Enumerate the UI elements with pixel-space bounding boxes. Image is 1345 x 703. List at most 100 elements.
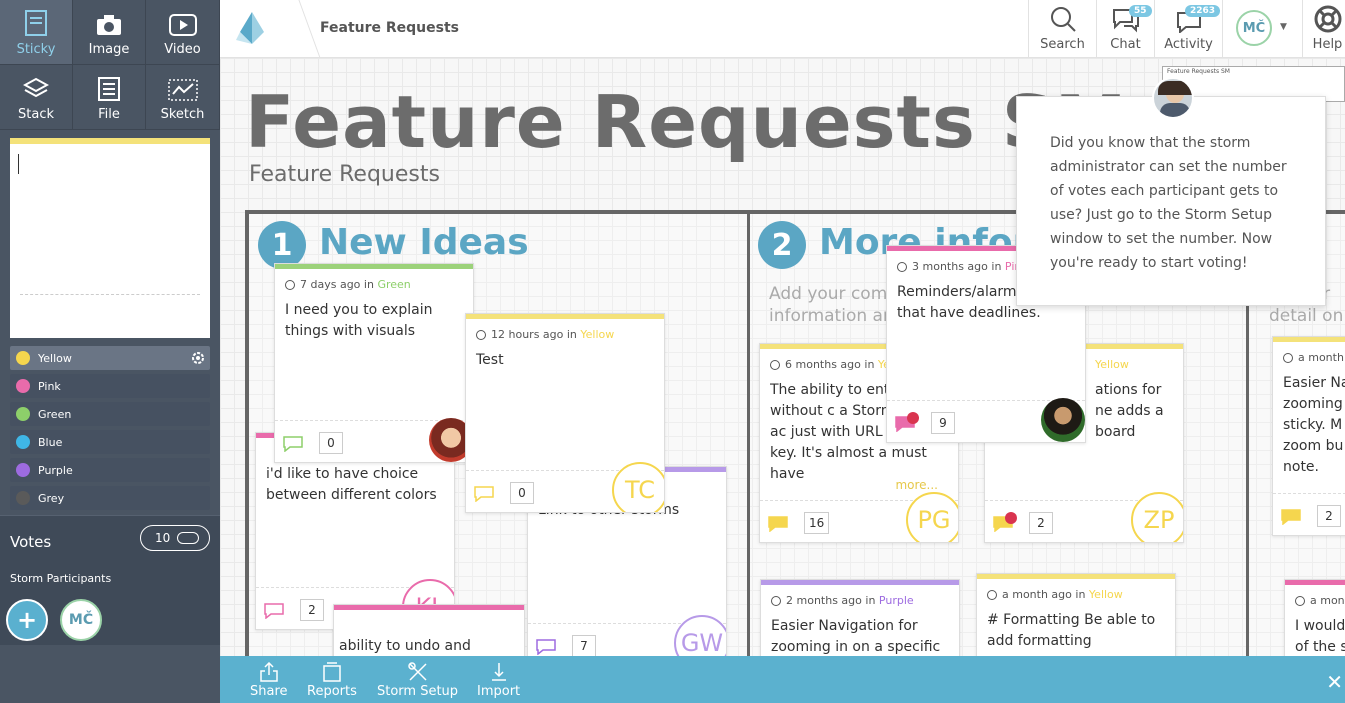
sticky-tool-label: Sticky [16, 42, 56, 57]
bottom-bar: Share Reports Storm Setup Import ✕ [220, 656, 1345, 703]
search-button[interactable]: Search [1028, 0, 1096, 58]
color-option-purple[interactable]: Purple [10, 458, 210, 482]
card-time: a month [1298, 351, 1344, 364]
gear-icon[interactable] [190, 350, 206, 366]
comment-icon[interactable] [1281, 509, 1301, 525]
tip-text: Did you know that the storm administrato… [1050, 135, 1287, 271]
comment-icon[interactable] [474, 486, 494, 502]
comment-icon[interactable] [536, 639, 556, 655]
card-in: in [1075, 588, 1086, 601]
chat-button[interactable]: Chat 55 [1096, 0, 1154, 58]
sticky-card[interactable]: a mon I would of the s [1284, 579, 1345, 656]
clock-icon [476, 329, 486, 340]
import-button[interactable]: Import [477, 662, 520, 699]
reports-icon [323, 662, 341, 682]
card-text: I would of the s [1295, 618, 1345, 655]
comment-icon[interactable] [768, 516, 788, 532]
votes-section: Votes 10 Storm Participants + MČ [0, 515, 220, 645]
tools-icon [407, 662, 427, 681]
more-link[interactable]: more... [895, 478, 938, 492]
card-footer: 16 PG [760, 492, 958, 542]
color-label: Purple [38, 463, 73, 477]
alert-icon [907, 412, 919, 424]
storm-subtitle: Feature Requests [249, 162, 440, 187]
image-tool[interactable]: Image [73, 0, 146, 65]
tip-avatar [1152, 77, 1194, 119]
reports-button[interactable]: Reports [307, 662, 357, 699]
card-text: I need you to explain things with visual… [285, 302, 433, 339]
tip-popup[interactable]: Did you know that the storm administrato… [1016, 96, 1326, 306]
comment-icon[interactable] [283, 436, 303, 452]
dropdown-caret-icon[interactable]: ▼ [1280, 22, 1287, 32]
author-avatar [1041, 398, 1085, 442]
comment-icon[interactable] [264, 603, 284, 619]
color-option-grey[interactable]: Grey [10, 486, 210, 510]
sticky-note-editor[interactable] [10, 138, 210, 338]
help-label: Help [1312, 37, 1343, 52]
card-footer: 0 [275, 418, 473, 462]
purple-swatch [16, 463, 30, 477]
card-color-bar [1285, 580, 1345, 585]
card-text: Test [476, 352, 504, 368]
card-color-name: Purple [878, 594, 914, 607]
color-label: Pink [38, 379, 61, 393]
sticky-card[interactable]: ability to undo and erase [333, 604, 525, 656]
sticky-card[interactable]: 2 months ago in Purple Easier Navigation… [760, 579, 960, 656]
help-button[interactable]: Help [1302, 0, 1345, 58]
file-tool[interactable]: File [73, 65, 146, 130]
card-color-bar [275, 264, 473, 269]
sticky-card[interactable]: 7 days ago in Green I need you to explai… [274, 263, 474, 463]
clock-icon [897, 261, 907, 272]
user-avatar[interactable]: MČ [1236, 10, 1272, 46]
card-text: ations for ne adds a board [1095, 382, 1164, 440]
activity-button[interactable]: Activity 2263 [1154, 0, 1222, 58]
sticky-icon [25, 10, 47, 36]
card-footer: 7 GW [528, 615, 726, 656]
column-description: detail on [1269, 306, 1344, 326]
card-in: in [864, 358, 875, 371]
participant-avatar[interactable]: MČ [60, 599, 102, 641]
column-title[interactable]: New Ideas [319, 222, 529, 263]
share-icon [260, 662, 278, 682]
sticky-tool[interactable]: Sticky [0, 0, 73, 65]
comment-count: 7 [572, 635, 596, 656]
votes-label: Votes [10, 533, 52, 551]
comment-count: 0 [319, 432, 343, 454]
stack-tool[interactable]: Stack [0, 65, 73, 130]
sticky-card[interactable]: a month Easier Na zooming sticky. M zoom… [1272, 336, 1345, 536]
storm-setup-button[interactable]: Storm Setup [377, 662, 458, 699]
breadcrumb[interactable]: Feature Requests [320, 20, 459, 36]
sticky-card[interactable]: 12 hours ago in Yellow Test 0 TC [465, 313, 665, 513]
close-icon[interactable]: ✕ [1326, 670, 1343, 694]
color-option-pink[interactable]: Pink [10, 374, 210, 398]
video-tool-label: Video [164, 42, 201, 57]
stormboard-logo-icon[interactable] [234, 10, 270, 46]
votes-counter[interactable]: 10 [140, 525, 210, 551]
sketch-tool[interactable]: Sketch [146, 65, 220, 130]
color-option-green[interactable]: Green [10, 402, 210, 426]
blue-swatch [16, 435, 30, 449]
card-footer: 0 TC [466, 462, 664, 512]
column-number: 1 [258, 221, 306, 269]
stormboard-app: Sticky Image Video Stack File Sketch Yel… [0, 0, 1345, 703]
clock-icon [285, 279, 295, 290]
card-text: # Formatting Be able to add formatting [987, 612, 1156, 649]
card-time: 2 months ago [786, 594, 862, 607]
color-option-yellow[interactable]: Yellow [10, 346, 210, 370]
add-participant-button[interactable]: + [6, 599, 48, 641]
share-button[interactable]: Share [250, 662, 288, 699]
pink-swatch [16, 379, 30, 393]
layers-icon [23, 77, 49, 98]
video-tool[interactable]: Video [146, 0, 220, 65]
alert-icon [1005, 512, 1017, 524]
sketch-icon [167, 79, 198, 101]
sticky-card[interactable]: a month ago in Yellow # Formatting Be ab… [976, 573, 1176, 656]
grey-swatch [16, 491, 30, 505]
card-color-name: Yellow [1095, 358, 1129, 371]
color-option-blue[interactable]: Blue [10, 430, 210, 454]
chat-badge: 55 [1129, 5, 1152, 17]
column-description: Add your com [769, 284, 888, 304]
comment-count: 16 [804, 512, 830, 534]
card-meta: 12 hours ago in Yellow [476, 328, 664, 341]
lifebuoy-icon [1314, 5, 1341, 33]
